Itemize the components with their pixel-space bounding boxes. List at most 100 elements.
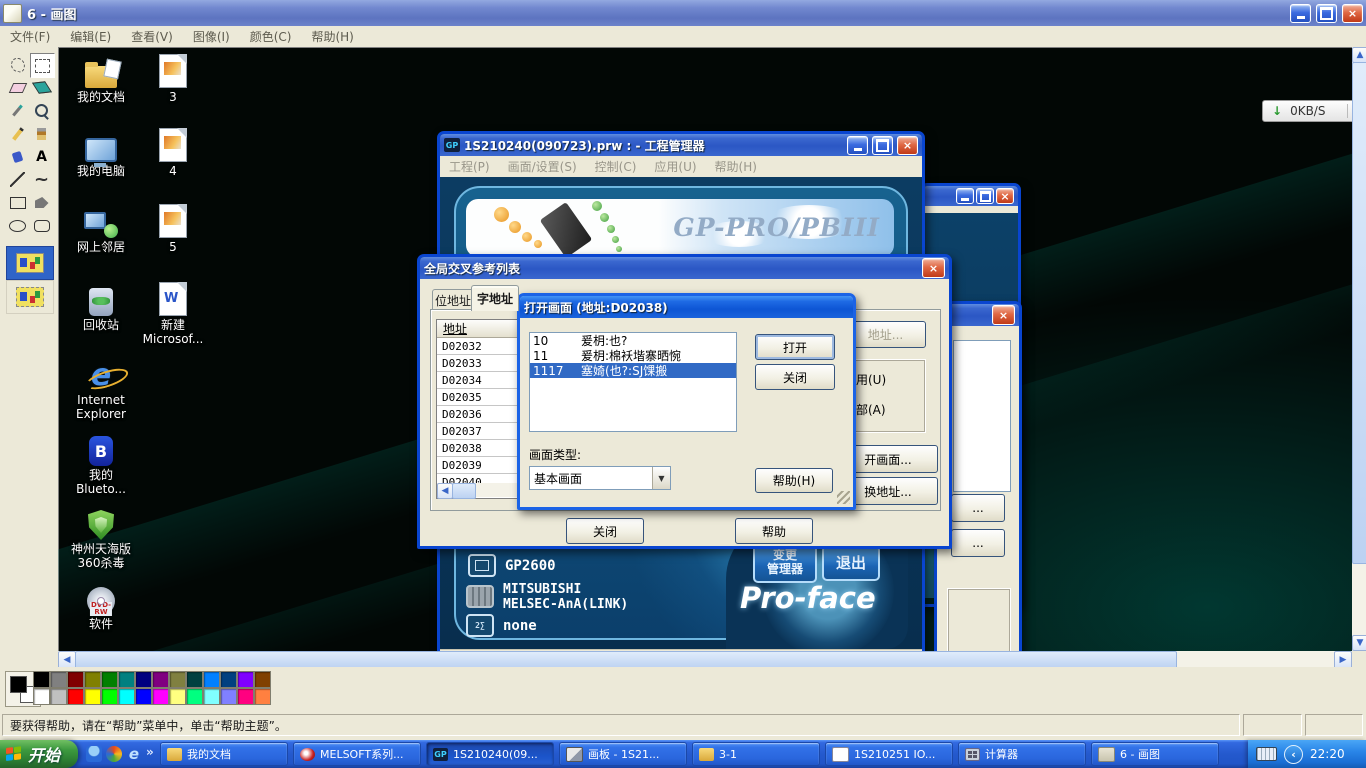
- menu-help[interactable]: 帮助(H): [301, 28, 363, 45]
- color-swatch[interactable]: [67, 688, 84, 705]
- color-swatch[interactable]: [118, 688, 135, 705]
- tool-fill-icon[interactable]: [30, 76, 53, 99]
- tool-color-picker-icon[interactable]: [6, 99, 29, 122]
- quicklaunch-media-icon[interactable]: [106, 746, 122, 762]
- address-column-header[interactable]: 地址: [437, 320, 519, 338]
- maximize-icon[interactable]: [872, 136, 893, 155]
- task-calculator[interactable]: 计算器: [958, 742, 1086, 766]
- canvas-vscrollbar[interactable]: ▲ ▼: [1352, 47, 1366, 651]
- task-1s210251-io[interactable]: 1S210251 IO...: [825, 742, 953, 766]
- minimize-icon[interactable]: [847, 136, 868, 155]
- color-swatch[interactable]: [254, 688, 271, 705]
- tool-pencil-icon[interactable]: [6, 122, 29, 145]
- scroll-thumb[interactable]: [1352, 62, 1366, 564]
- color-swatch[interactable]: [118, 671, 135, 688]
- desktop-icon-bluetooth[interactable]: B 我的 Blueto...: [58, 428, 144, 496]
- crossref-help-button[interactable]: 帮助: [735, 518, 813, 544]
- task-my-documents[interactable]: 我的文档: [160, 742, 288, 766]
- tool-polygon-icon[interactable]: [30, 191, 53, 214]
- color-swatch[interactable]: [50, 688, 67, 705]
- maximize-icon[interactable]: [1316, 4, 1337, 23]
- close-icon[interactable]: ×: [992, 305, 1015, 325]
- address-row[interactable]: D02032: [437, 338, 519, 355]
- tool-brush-icon[interactable]: [30, 122, 53, 145]
- desktop-icon-file-4[interactable]: 4: [130, 124, 216, 178]
- foreground-color-swatch[interactable]: [10, 676, 27, 693]
- color-swatch[interactable]: [101, 671, 118, 688]
- tool-eraser-icon[interactable]: [6, 76, 29, 99]
- address-row[interactable]: D02034: [437, 372, 519, 389]
- address-row[interactable]: D02033: [437, 355, 519, 372]
- color-swatch[interactable]: [186, 688, 203, 705]
- chevron-down-icon[interactable]: ▼: [652, 467, 670, 489]
- tool-select-icon[interactable]: [30, 53, 55, 78]
- clock[interactable]: 22:20: [1310, 747, 1345, 761]
- canvas-hscrollbar[interactable]: ◀ ▶: [58, 651, 1352, 667]
- color-swatch[interactable]: [220, 688, 237, 705]
- address-list-hscrollbar[interactable]: ◀: [437, 483, 517, 497]
- address-row[interactable]: D02038: [437, 440, 519, 457]
- quicklaunch-ie-icon[interactable]: e: [126, 746, 142, 762]
- quicklaunch-messenger-icon[interactable]: [86, 746, 102, 762]
- tool-rounded-rectangle-icon[interactable]: [30, 214, 53, 237]
- desktop-icon-internet-explorer[interactable]: e Internet Explorer: [58, 353, 144, 421]
- desktop-icon-360-antivirus[interactable]: 神州天海版 360杀毒: [58, 502, 144, 570]
- side-dialog-list-fragment[interactable]: [953, 340, 1011, 492]
- color-swatch[interactable]: [101, 688, 118, 705]
- desktop-icon-file-3[interactable]: 3: [130, 50, 216, 104]
- board-window-titlebar[interactable]: ×: [923, 186, 1018, 206]
- open-dialog-close-button[interactable]: 关闭: [755, 364, 835, 390]
- tab-bit-address[interactable]: 位地址: [432, 289, 474, 311]
- scroll-thumb[interactable]: [452, 483, 476, 499]
- tool-magnifier-icon[interactable]: [30, 99, 53, 122]
- scroll-left-icon[interactable]: ◀: [437, 483, 453, 499]
- close-icon[interactable]: ×: [922, 258, 945, 278]
- address-row[interactable]: D02035: [437, 389, 519, 406]
- color-swatch[interactable]: [84, 688, 101, 705]
- color-swatch[interactable]: [237, 688, 254, 705]
- tool-airbrush-icon[interactable]: [6, 145, 29, 168]
- quicklaunch-chevron-icon[interactable]: »: [146, 745, 154, 759]
- language-bar-icon[interactable]: ‹: [1284, 745, 1303, 764]
- menu-help[interactable]: 帮助(H): [706, 158, 766, 175]
- screen-list-item[interactable]: 11爰枂:棉袄堦寨晒惋: [530, 348, 736, 363]
- crossref-close-button[interactable]: 关闭: [566, 518, 644, 544]
- menu-view[interactable]: 查看(V): [121, 28, 183, 45]
- desktop-icon-new-word-doc[interactable]: 新建 Microsof...: [130, 278, 216, 346]
- keyboard-icon[interactable]: [1256, 747, 1277, 761]
- color-swatch[interactable]: [186, 671, 203, 688]
- color-swatch[interactable]: [254, 671, 271, 688]
- minimize-icon[interactable]: [956, 188, 974, 204]
- color-swatch[interactable]: [67, 671, 84, 688]
- menu-colors[interactable]: 颜色(C): [240, 28, 302, 45]
- color-swatch[interactable]: [169, 671, 186, 688]
- scroll-up-icon[interactable]: ▲: [1352, 47, 1366, 63]
- color-swatch[interactable]: [84, 671, 101, 688]
- screen-type-combobox[interactable]: 基本画面 ▼: [529, 466, 671, 490]
- address-row[interactable]: D02036: [437, 406, 519, 423]
- tool-rectangle-icon[interactable]: [6, 191, 29, 214]
- close-icon[interactable]: ×: [1342, 4, 1363, 23]
- task-melsoft[interactable]: MELSOFT系列...: [293, 742, 421, 766]
- color-swatch[interactable]: [152, 671, 169, 688]
- screen-list-item-selected[interactable]: 1117塞婍(也?:SJ馃搬: [530, 363, 736, 378]
- color-swatch[interactable]: [237, 671, 254, 688]
- color-swatch[interactable]: [135, 688, 152, 705]
- side-dialog-button-2[interactable]: ...: [951, 529, 1005, 557]
- tool-line-icon[interactable]: [6, 168, 29, 191]
- desktop-icon-file-5[interactable]: 5: [130, 200, 216, 254]
- task-1s210240[interactable]: GP 1S210240(09...: [426, 742, 554, 766]
- net-speed-widget[interactable]: ↓ 0KB/S: [1262, 100, 1352, 122]
- color-swatch[interactable]: [152, 688, 169, 705]
- screen-listbox[interactable]: 10爰枂:也? 11爰枂:棉袄堦寨晒惋 1117塞婍(也?:SJ馃搬: [529, 332, 737, 432]
- exit-button[interactable]: 退出: [822, 545, 880, 581]
- tool-curve-icon[interactable]: ~: [30, 168, 53, 191]
- side-dialog-button-1[interactable]: ...: [951, 494, 1005, 522]
- task-drawing-board[interactable]: 画板 - 1S21...: [559, 742, 687, 766]
- color-swatch[interactable]: [50, 671, 67, 688]
- tool-free-select-icon[interactable]: [6, 53, 29, 76]
- color-swatch[interactable]: [220, 671, 237, 688]
- color-swatch[interactable]: [203, 688, 220, 705]
- menu-project[interactable]: 工程(P): [440, 158, 499, 175]
- close-icon[interactable]: ×: [897, 136, 918, 155]
